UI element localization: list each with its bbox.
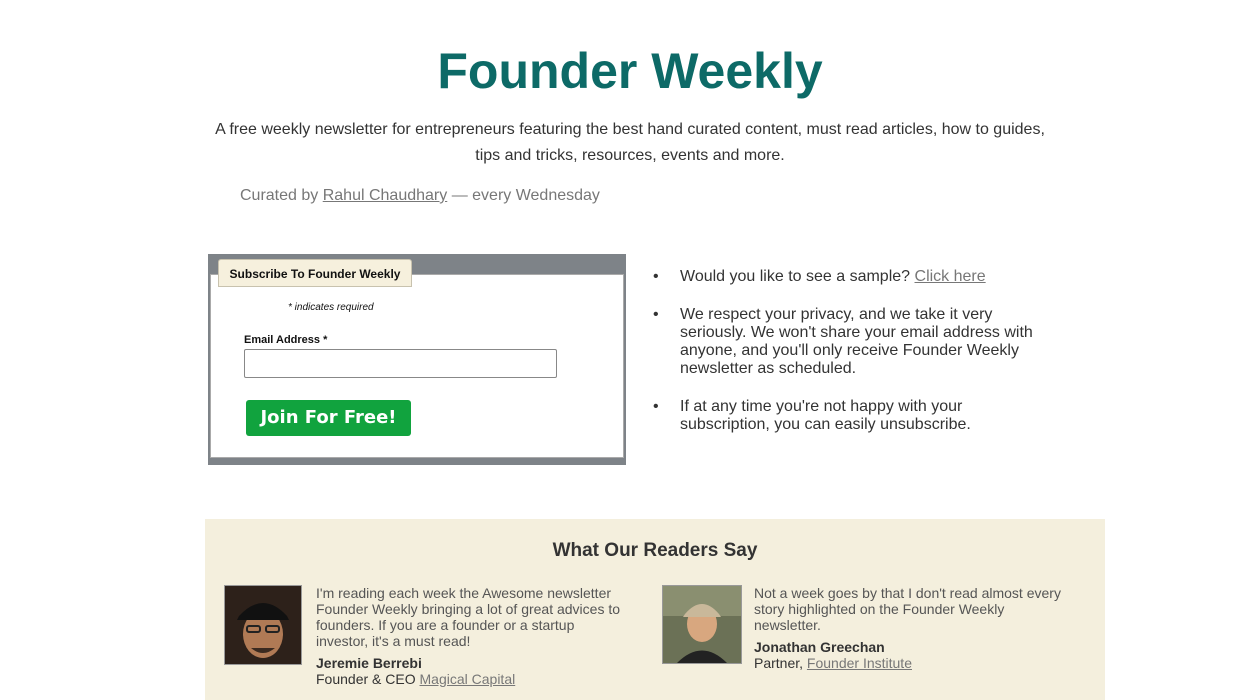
list-item-unsubscribe: If at any time you're not happy with you… (653, 398, 1050, 434)
testimonials-section: What Our Readers Say I'm reading each we… (205, 519, 1105, 700)
testimonial-role: Founder & CEO Magical Capital (316, 671, 515, 687)
testimonial-quote: Not a week goes by that I don't read alm… (754, 585, 1061, 633)
required-note: * indicates required (288, 302, 374, 313)
sample-text: Would you like to see a sample? (680, 268, 911, 285)
page-title: Founder Weekly (437, 43, 823, 99)
testimonial-role: Partner, Founder Institute (754, 655, 912, 671)
tagline: A free weekly newsletter for entrepreneu… (215, 121, 1045, 164)
person-photo-icon (663, 586, 741, 663)
list-item-sample: Would you like to see a sample? Click he… (653, 268, 1050, 286)
list-item-privacy: We respect your privacy, and we take it … (653, 306, 1050, 378)
sample-link[interactable]: Click here (915, 268, 986, 285)
person-photo-icon (225, 586, 301, 664)
role-title: Partner, (754, 655, 804, 671)
curated-by-line: Curated by Rahul Chaudhary — every Wedne… (240, 187, 600, 205)
curated-prefix: Curated by (240, 187, 319, 204)
company-link[interactable]: Founder Institute (807, 655, 912, 671)
company-link[interactable]: Magical Capital (420, 671, 516, 687)
testimonials-heading: What Our Readers Say (552, 540, 758, 561)
avatar (224, 585, 302, 665)
avatar (662, 585, 742, 664)
info-list: Would you like to see a sample? Click he… (653, 268, 1050, 454)
testimonial-name: Jeremie Berrebi (316, 655, 422, 671)
testimonial-name: Jonathan Greechan (754, 639, 885, 655)
email-field[interactable] (244, 349, 557, 378)
curated-suffix: — every Wednesday (451, 187, 600, 204)
email-label: Email Address * (244, 334, 328, 346)
role-title: Founder & CEO (316, 671, 416, 687)
testimonial-quote: I'm reading each week the Awesome newsle… (316, 585, 621, 649)
join-button[interactable]: Join For Free! (246, 400, 411, 436)
curator-link[interactable]: Rahul Chaudhary (323, 187, 448, 204)
subscribe-tab[interactable]: Subscribe To Founder Weekly (218, 259, 412, 287)
